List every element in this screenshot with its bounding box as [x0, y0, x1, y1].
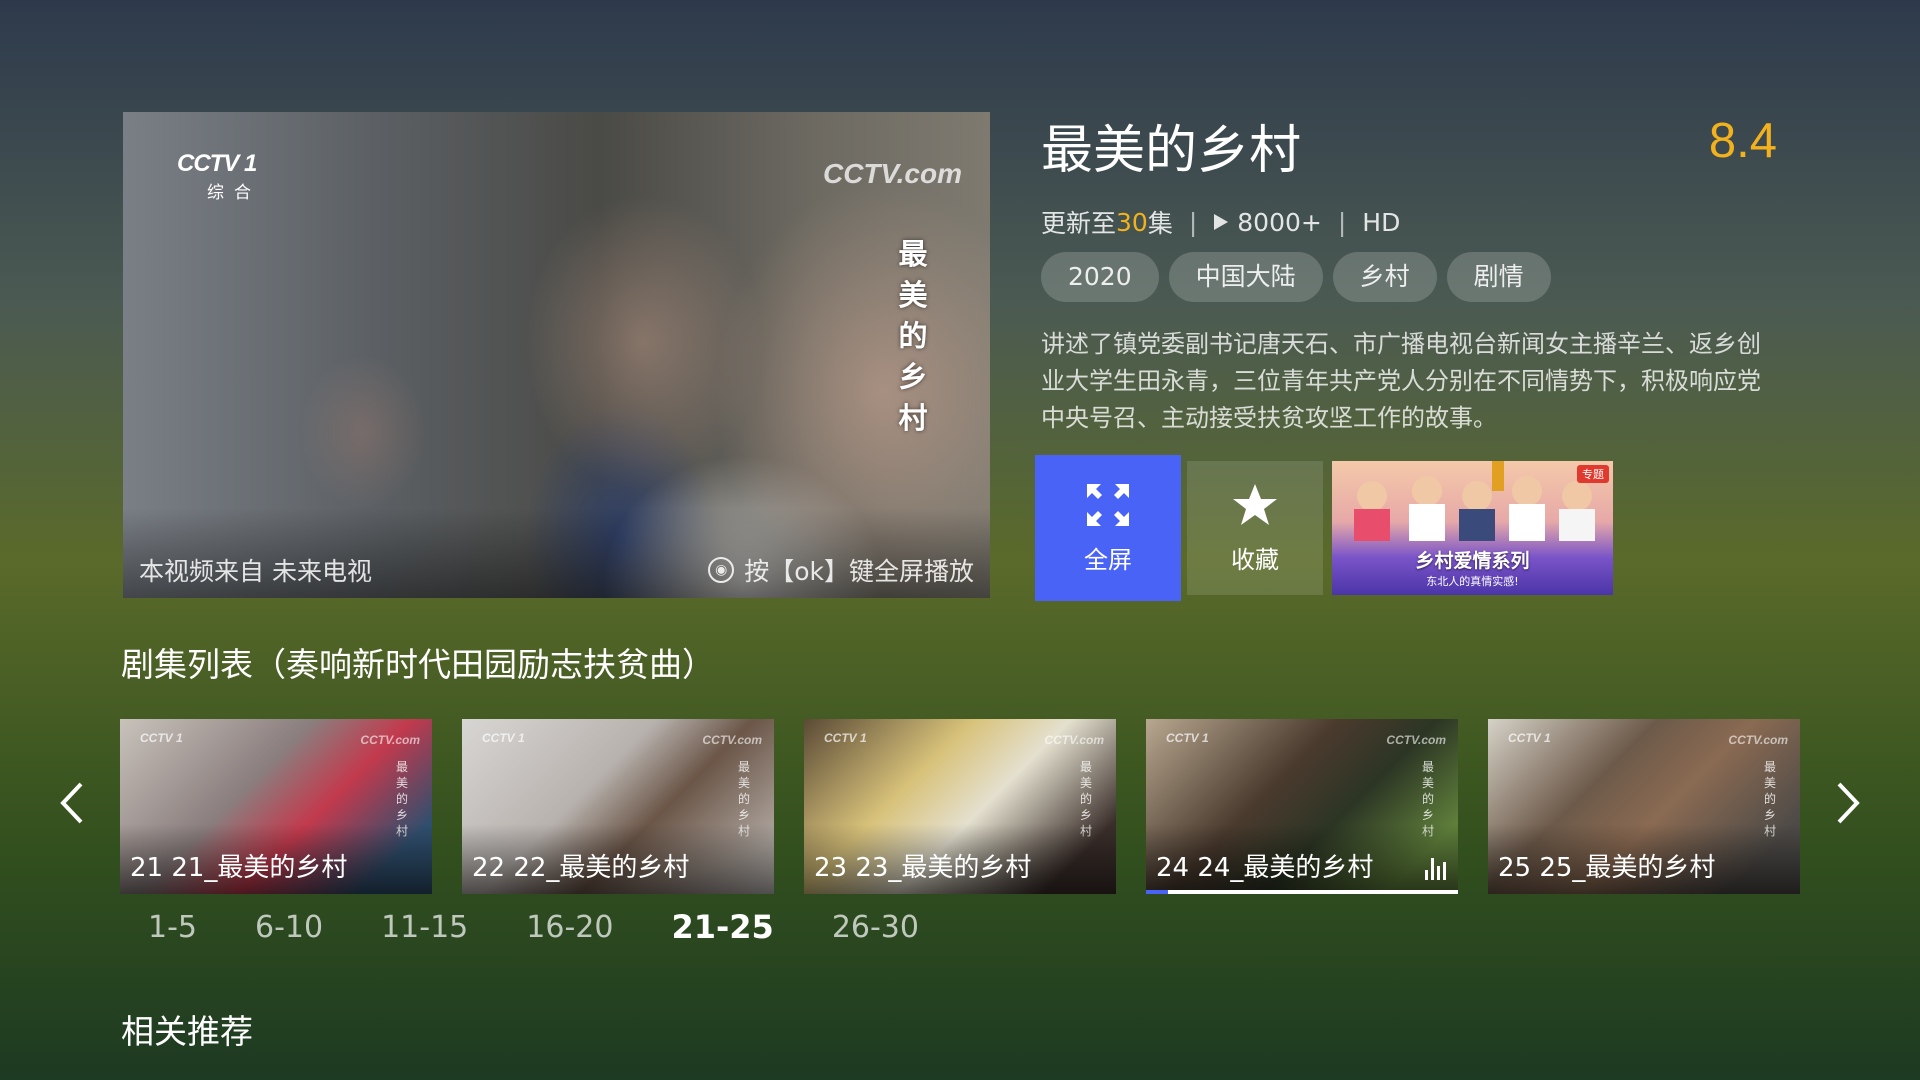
episode-card[interactable]: CCTV 1 CCTV.com 最美的乡村 25 25_最美的乡村 [1488, 719, 1800, 894]
episode-watermark: CCTV.com [1044, 733, 1104, 747]
range-tab[interactable]: 1-5 [148, 910, 197, 945]
episode-range-tabs: 1-5 6-10 11-15 16-20 21-25 26-30 [148, 908, 977, 946]
play-count: 8000+ [1237, 207, 1322, 237]
promo-illustration [1354, 461, 1595, 541]
chevron-left-icon [60, 782, 83, 824]
tag-genre[interactable]: 剧情 [1446, 252, 1551, 302]
channel-logo: CCTV 1 [177, 150, 257, 177]
episode-channel-logo: CCTV 1 [140, 731, 183, 745]
promo-title: 乡村爱情系列 [1415, 550, 1530, 572]
tag-year[interactable]: 2020 [1041, 252, 1159, 302]
episode-watermark: CCTV.com [1386, 733, 1446, 747]
watermark: CCTV.com [822, 158, 962, 189]
show-description: 讲述了镇党委副书记唐天石、市广播电视台新闻女主播辛兰、返乡创业大学生田永青，三位… [1041, 330, 1761, 432]
play-count-icon [1214, 214, 1229, 230]
episode-label: 21 21_最美的乡村 [130, 853, 348, 883]
episode-channel-logo: CCTV 1 [482, 731, 525, 745]
ok-hint-text: 按【ok】键全屏播放 [744, 557, 974, 586]
range-tab[interactable]: 16-20 [526, 910, 613, 945]
episode-card[interactable]: CCTV 1 CCTV.com 最美的乡村 21 21_最美的乡村 [120, 719, 432, 894]
star-icon [1233, 483, 1277, 525]
episode-label: 25 25_最美的乡村 [1498, 853, 1716, 883]
episode-card[interactable]: CCTV 1 CCTV.com 最美的乡村 22 22_最美的乡村 [462, 719, 774, 894]
show-meta: 更新至 30 集 | 8000+ | HD [1041, 204, 1400, 240]
video-player[interactable]: CCTV 1 综合 CCTV.com 最美的乡村 本视频来自 未来电视 ◉ 按【… [123, 112, 990, 598]
range-tab[interactable]: 6-10 [255, 910, 323, 945]
divider: | [1188, 207, 1198, 237]
episode-card-playing[interactable]: CCTV 1 CCTV.com 最美的乡村 24 24_最美的乡村 [1146, 719, 1458, 894]
rating: 8.4 [1708, 114, 1777, 168]
episode-watermark: CCTV.com [702, 733, 762, 747]
episode-channel-logo: CCTV 1 [1508, 731, 1551, 745]
range-tab[interactable]: 11-15 [381, 910, 468, 945]
ok-hint: ◉ 按【ok】键全屏播放 [708, 552, 974, 588]
update-prefix: 更新至 [1041, 209, 1117, 238]
update-count: 30 [1116, 207, 1148, 237]
episode-label: 22 22_最美的乡村 [472, 853, 690, 883]
episode-watermark: CCTV.com [360, 733, 420, 747]
episode-label: 24 24_最美的乡村 [1156, 853, 1374, 883]
related-section-title: 相关推荐 [121, 1012, 253, 1051]
episode-channel-logo: CCTV 1 [1166, 731, 1209, 745]
fullscreen-button[interactable]: 全屏 [1035, 455, 1181, 601]
scroll-left-button[interactable] [52, 778, 92, 828]
episode-card[interactable]: CCTV 1 CCTV.com 最美的乡村 23 23_最美的乡村 [804, 719, 1116, 894]
chevron-right-icon [1837, 782, 1860, 824]
divider: | [1337, 207, 1347, 237]
episode-progress-fill [1146, 890, 1168, 894]
episode-channel-logo: CCTV 1 [824, 731, 867, 745]
source-text: 本视频来自 未来电视 [139, 557, 372, 586]
episodes-section-title: 剧集列表（奏响新时代田园励志扶贫曲） [121, 645, 715, 684]
fullscreen-label: 全屏 [1084, 545, 1132, 574]
vertical-title: 最美的乡村 [898, 237, 928, 435]
scroll-right-button[interactable] [1828, 778, 1868, 828]
fullscreen-icon [1087, 483, 1129, 526]
range-tab[interactable]: 26-30 [832, 910, 919, 945]
playing-bars-icon [1425, 856, 1446, 880]
show-title: 最美的乡村 [1041, 121, 1302, 181]
favorite-button[interactable]: 收藏 [1187, 461, 1323, 595]
tag-theme[interactable]: 乡村 [1332, 252, 1437, 302]
tag-region[interactable]: 中国大陆 [1168, 252, 1323, 302]
episode-watermark: CCTV.com [1728, 733, 1788, 747]
episode-progress-bar [1146, 890, 1458, 894]
quality-label: HD [1362, 207, 1401, 237]
promo-subtitle: 东北人的真情实感! [1426, 575, 1519, 588]
promo-banner[interactable]: 专题 乡村爱情系列 东北人的真情实感! [1332, 461, 1613, 595]
episode-label: 23 23_最美的乡村 [814, 853, 1032, 883]
remote-ok-icon: ◉ [708, 557, 735, 583]
episode-list: CCTV 1 CCTV.com 最美的乡村 21 21_最美的乡村 CCTV 1… [120, 719, 1800, 897]
promo-badge: 专题 [1577, 465, 1609, 483]
favorite-label: 收藏 [1231, 545, 1279, 574]
range-tab-active[interactable]: 21-25 [671, 908, 773, 946]
channel-sub: 综合 [207, 183, 261, 203]
update-suffix: 集 [1147, 209, 1173, 238]
tag-list: 2020 中国大陆 乡村 剧情 [1041, 252, 1551, 302]
